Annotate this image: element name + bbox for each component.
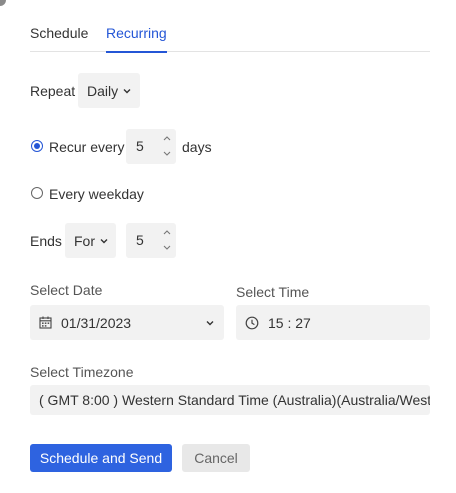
- ends-count-value: 5: [136, 232, 144, 248]
- time-picker[interactable]: 15 : 27: [236, 305, 430, 340]
- select-date-label: Select Date: [30, 282, 103, 298]
- timezone-value: ( GMT 8:00 ) Western Standard Time (Aust…: [39, 392, 430, 408]
- timezone-select[interactable]: ( GMT 8:00 ) Western Standard Time (Aust…: [30, 385, 430, 415]
- date-value: 01/31/2023: [61, 314, 132, 331]
- select-time-label: Select Time: [236, 284, 310, 300]
- calendar-icon: [39, 316, 52, 329]
- chevron-down-icon: [123, 88, 131, 94]
- recur-every-value: 5: [136, 138, 144, 154]
- time-value: 15 : 27: [268, 314, 311, 331]
- every-weekday-label: Every weekday: [49, 186, 144, 202]
- recur-every-unit: days: [182, 139, 212, 155]
- date-picker[interactable]: 01/31/2023: [30, 305, 224, 340]
- chevron-down-icon: [100, 238, 108, 244]
- caret-up-icon[interactable]: [162, 134, 172, 143]
- caret-down-icon[interactable]: [162, 149, 172, 158]
- chevron-down-icon: [206, 320, 214, 326]
- clock-icon: [245, 316, 259, 330]
- caret-up-icon[interactable]: [162, 228, 172, 237]
- every-weekday-radio[interactable]: [31, 187, 43, 199]
- cancel-button[interactable]: Cancel: [182, 444, 250, 472]
- recur-every-radio[interactable]: [31, 140, 43, 152]
- schedule-and-send-button[interactable]: Schedule and Send: [30, 444, 172, 472]
- ends-count-stepper[interactable]: 5: [126, 223, 176, 258]
- ends-mode-select[interactable]: For: [65, 223, 116, 258]
- tab-schedule[interactable]: Schedule: [30, 25, 88, 41]
- select-timezone-label: Select Timezone: [30, 364, 134, 380]
- recur-every-stepper[interactable]: 5: [126, 129, 176, 164]
- tab-recurring[interactable]: Recurring: [106, 25, 167, 53]
- recur-every-label: Recur every: [49, 139, 125, 155]
- tab-bar: Schedule Recurring: [30, 20, 430, 53]
- repeat-value: Daily: [87, 82, 119, 99]
- repeat-select[interactable]: Daily: [78, 73, 140, 108]
- window-corner: [0, 0, 6, 6]
- caret-down-icon[interactable]: [162, 243, 172, 252]
- ends-label: Ends: [30, 233, 62, 249]
- ends-mode-value: For: [74, 232, 95, 249]
- repeat-label: Repeat: [30, 83, 76, 99]
